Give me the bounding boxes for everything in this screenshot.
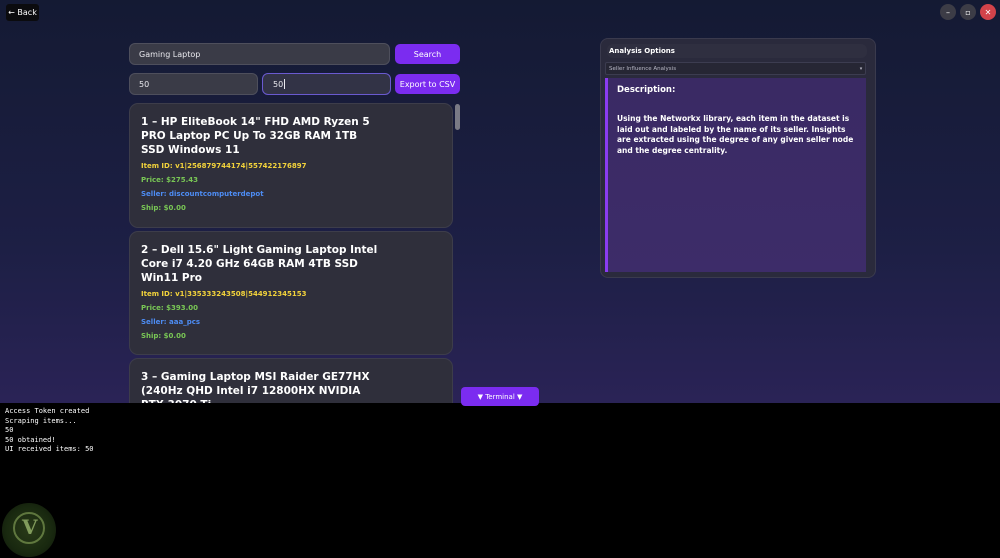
maximize-button[interactable]: ▫: [960, 4, 976, 20]
search-button[interactable]: Search: [395, 44, 460, 64]
terminal-line: 50: [5, 426, 14, 434]
item-count-input[interactable]: 50: [129, 73, 258, 95]
analysis-type-select[interactable]: Seller Influence Analysis: [605, 62, 866, 75]
search-input-value: Gaming Laptop: [139, 49, 201, 59]
result-title: 1 – HP EliteBook 14" FHD AMD Ryzen 5 PRO…: [141, 116, 370, 156]
close-button[interactable]: ✕: [980, 4, 996, 20]
item-count-value: 50: [139, 79, 150, 89]
secondary-count-input[interactable]: 50: [262, 73, 391, 95]
result-title: 3 – Gaming Laptop MSI Raider GE77HX (240…: [141, 371, 370, 403]
maximize-icon: ▫: [965, 7, 971, 17]
description-box: [605, 78, 866, 272]
result-item-id: Item ID: v1|256879744174|557422176897: [141, 162, 307, 170]
terminal-line: UI received items: 50: [5, 445, 94, 453]
terminal-panel: [0, 403, 1000, 558]
result-ship: Ship: $0.00: [141, 332, 186, 340]
text-caret: [284, 79, 286, 89]
results-scrollbar[interactable]: [455, 103, 461, 403]
export-csv-button[interactable]: Export to CSV: [395, 74, 460, 94]
secondary-count-value: 50: [273, 79, 284, 89]
results-list[interactable]: 1 – HP EliteBook 14" FHD AMD Ryzen 5 PRO…: [129, 103, 462, 403]
analysis-options-title: Analysis Options: [607, 44, 867, 58]
terminal-line: 50 obtained!: [5, 435, 56, 444]
result-price: Price: $275.43: [141, 176, 198, 184]
result-seller: Seller: aaa_pcs: [141, 318, 201, 326]
result-price: Price: $393.00: [141, 304, 198, 312]
back-button[interactable]: ← Back: [6, 4, 39, 21]
result-card[interactable]: 2 – Dell 15.6" Light Gaming Laptop Intel…: [129, 231, 453, 355]
terminal-line: Scraping items...: [5, 416, 77, 425]
result-seller: Seller: discountcomputerdepot: [141, 190, 264, 198]
description-text: Using the Networkx library, each item in…: [617, 114, 854, 155]
terminal-line: Access Token created: [5, 407, 90, 415]
watermark-logo-mark: V: [22, 515, 38, 539]
result-card[interactable]: 3 – Gaming Laptop MSI Raider GE77HX (240…: [129, 358, 453, 403]
description-title: Description:: [617, 85, 676, 95]
result-title: 2 – Dell 15.6" Light Gaming Laptop Intel…: [141, 244, 378, 284]
minimize-button[interactable]: –: [940, 4, 956, 20]
dropdown-arrow-icon: ▾: [859, 65, 863, 72]
results-scrollbar-thumb[interactable]: [455, 104, 460, 130]
result-ship: Ship: $0.00: [141, 204, 186, 212]
search-input[interactable]: Gaming Laptop: [129, 43, 390, 65]
terminal-output: Access Token created Scraping items... 5…: [5, 407, 94, 455]
minimize-icon: –: [946, 7, 950, 17]
close-icon: ✕: [984, 7, 992, 17]
analysis-type-value: Seller Influence Analysis: [609, 65, 677, 72]
result-card[interactable]: 1 – HP EliteBook 14" FHD AMD Ryzen 5 PRO…: [129, 103, 453, 228]
terminal-toggle-button[interactable]: ▼ Terminal ▼: [461, 387, 539, 406]
result-item-id: Item ID: v1|335333243508|544912345153: [141, 290, 307, 298]
